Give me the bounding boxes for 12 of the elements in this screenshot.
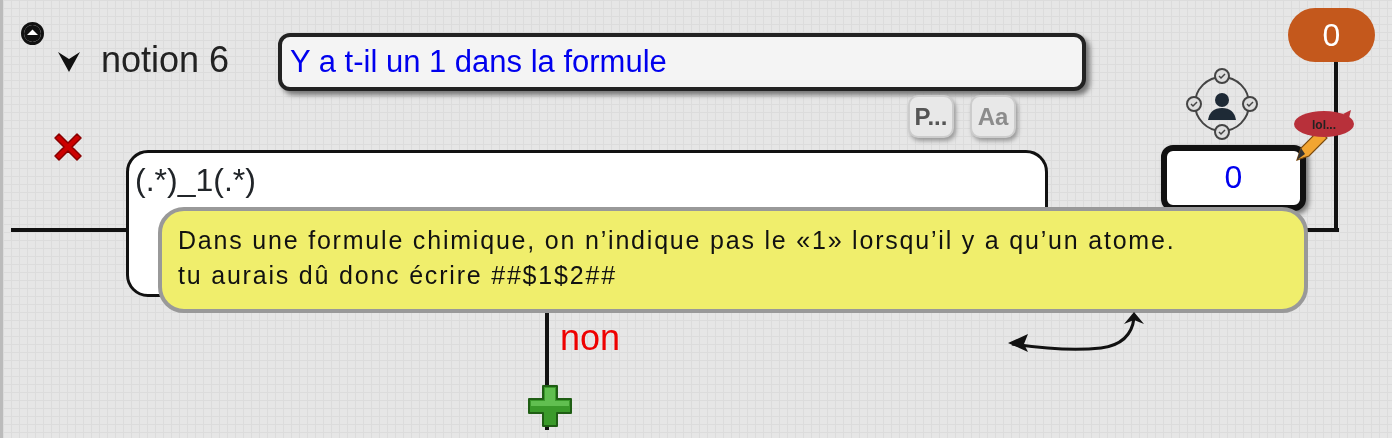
collapse-icon[interactable] [21,22,44,45]
delete-icon[interactable] [51,130,85,164]
score-field[interactable]: 0 [1161,145,1306,211]
node-label: notion 6 [101,42,230,78]
add-icon[interactable] [527,384,573,428]
branch-label: non [560,320,621,356]
title-field[interactable]: Y a t-il un 1 dans la formule [278,33,1086,91]
counter-badge: 0 [1288,8,1375,62]
tooltip-text: Dans une formule chimique, on n’indique pas le «1» lorsqu’il y a qu’un atome. tu aurais dû donc écrire ##$1$2## [178,225,1177,291]
user-network-icon[interactable] [1186,68,1258,140]
double-arrow-icon [1006,312,1146,352]
format-button[interactable]: P... [908,95,954,138]
